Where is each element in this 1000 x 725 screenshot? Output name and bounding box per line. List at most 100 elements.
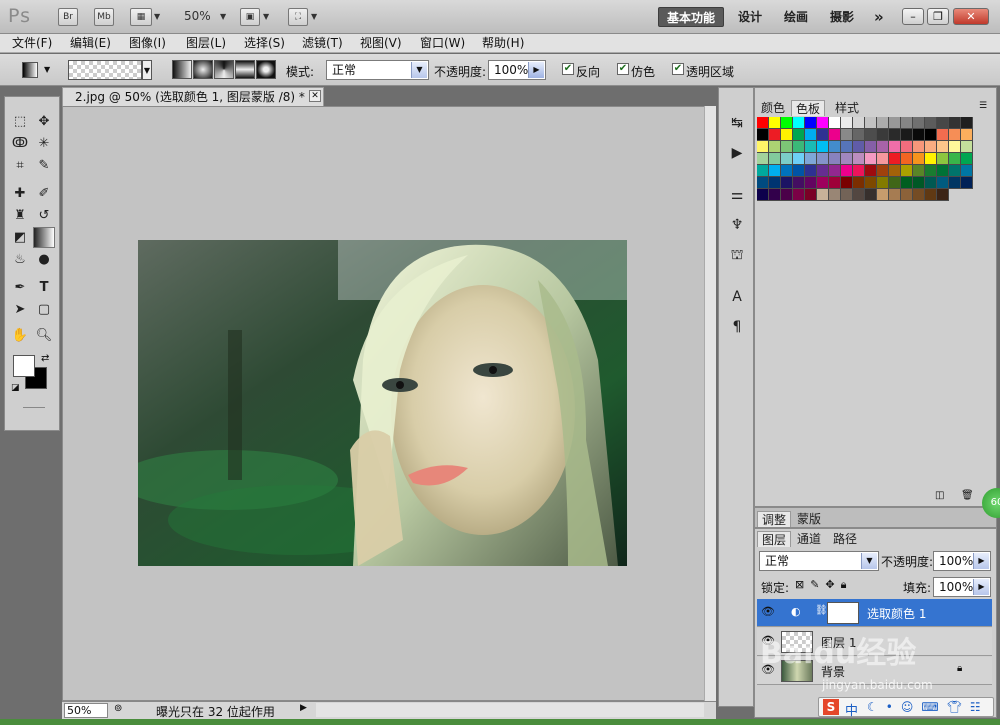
color-swatch[interactable] [925, 165, 937, 177]
blend-mode-select[interactable]: 正常 ▼ [759, 551, 879, 571]
color-swatch[interactable] [781, 165, 793, 177]
chevron-down-icon[interactable]: ▼ [44, 65, 50, 74]
color-swatch[interactable] [961, 165, 973, 177]
color-swatch[interactable] [853, 141, 865, 153]
menu-view[interactable]: 视图(V) [360, 35, 402, 52]
color-swatch[interactable] [949, 141, 961, 153]
color-swatch[interactable] [769, 129, 781, 141]
chevron-down-icon[interactable]: ▼ [311, 12, 317, 21]
quick-mask-icon[interactable] [23, 407, 45, 408]
color-swatch[interactable] [853, 189, 865, 201]
color-swatch[interactable] [817, 129, 829, 141]
color-swatch[interactable] [793, 129, 805, 141]
chevron-down-icon[interactable]: ▼ [154, 12, 160, 21]
default-colors-icon[interactable]: ◪ [11, 383, 20, 393]
color-swatch[interactable] [925, 141, 937, 153]
color-swatch[interactable] [913, 153, 925, 165]
layer-mask-thumbnail[interactable] [827, 602, 859, 624]
color-swatch[interactable] [865, 189, 877, 201]
color-swatch[interactable] [793, 189, 805, 201]
status-info-icon[interactable]: ⊚ [114, 703, 122, 714]
color-swatch[interactable] [793, 165, 805, 177]
tab-channels[interactable]: 通道 [793, 531, 825, 547]
color-swatch[interactable] [901, 189, 913, 201]
color-swatch[interactable] [757, 117, 769, 129]
color-swatch[interactable] [901, 177, 913, 189]
color-swatch[interactable] [865, 165, 877, 177]
color-swatch[interactable] [853, 117, 865, 129]
color-swatch[interactable] [901, 129, 913, 141]
clone-source-icon[interactable]: ♆ [725, 214, 749, 236]
color-swatch[interactable] [961, 141, 973, 153]
reflected-gradient-button[interactable] [235, 60, 255, 79]
eyedropper-tool-icon[interactable]: ✎ [33, 155, 55, 176]
menu-image[interactable]: 图像(I) [129, 35, 166, 52]
color-swatch[interactable] [829, 129, 841, 141]
color-swatch[interactable] [889, 189, 901, 201]
color-swatch[interactable] [769, 165, 781, 177]
color-swatch[interactable] [841, 189, 853, 201]
color-swatch[interactable] [793, 141, 805, 153]
menu-edit[interactable]: 编辑(E) [70, 35, 111, 52]
color-swatch[interactable] [853, 153, 865, 165]
color-swatch[interactable] [949, 153, 961, 165]
color-swatch[interactable] [853, 177, 865, 189]
close-button[interactable]: ✕ [953, 8, 989, 25]
color-swatch[interactable] [865, 177, 877, 189]
tab-color[interactable]: 颜色 [757, 100, 789, 116]
panel-menu-icon[interactable]: ☰ [979, 101, 987, 111]
color-swatch[interactable] [757, 165, 769, 177]
tab-swatches[interactable]: 色板 [791, 100, 826, 116]
move-tool-icon[interactable]: ✥ [33, 111, 55, 132]
gradient-tool-icon[interactable] [33, 227, 55, 248]
color-swatch[interactable] [937, 141, 949, 153]
lock-options-icon[interactable]: ⊠✎✥🔒︎ [795, 578, 853, 592]
menu-select[interactable]: 选择(S) [244, 35, 285, 52]
eraser-tool-icon[interactable]: ◩ [9, 227, 31, 248]
color-swatch[interactable] [901, 117, 913, 129]
color-swatch[interactable] [949, 117, 961, 129]
color-swatch[interactable] [937, 189, 949, 201]
tool-presets-icon[interactable]: ⛫ [725, 244, 749, 266]
layer-opacity-input[interactable]: 100% ▶ [933, 551, 991, 571]
color-swatch[interactable] [913, 129, 925, 141]
brush-presets-icon[interactable]: ⚌ [725, 184, 749, 206]
restore-button[interactable]: ❐ [927, 8, 949, 25]
color-swatch[interactable] [769, 153, 781, 165]
dodge-tool-icon[interactable]: ● [33, 249, 55, 270]
menu-file[interactable]: 文件(F) [12, 35, 52, 52]
shape-tool-icon[interactable]: ▢ [33, 299, 55, 320]
color-swatch[interactable] [757, 189, 769, 201]
lasso-tool-icon[interactable]: ↂ [9, 133, 31, 154]
character-panel-icon[interactable]: A [725, 286, 749, 308]
color-swatch[interactable] [769, 189, 781, 201]
color-swatch[interactable] [853, 165, 865, 177]
menu-filter[interactable]: 滤镜(T) [302, 35, 343, 52]
tab-paths[interactable]: 路径 [829, 531, 861, 547]
color-swatch[interactable] [817, 153, 829, 165]
color-swatch[interactable] [829, 177, 841, 189]
mode-select[interactable]: 正常 ▼ [326, 60, 429, 80]
tab-layers[interactable]: 图层 [757, 531, 792, 547]
color-swatch[interactable] [805, 141, 817, 153]
color-swatch[interactable] [913, 189, 925, 201]
history-brush-tool-icon[interactable]: ↺ [33, 205, 55, 226]
color-swatch[interactable] [925, 129, 937, 141]
color-swatch[interactable] [961, 153, 973, 165]
color-swatch[interactable] [889, 117, 901, 129]
color-swatch[interactable] [925, 177, 937, 189]
color-swatch[interactable] [769, 117, 781, 129]
color-swatch[interactable] [901, 141, 913, 153]
color-swatch[interactable] [805, 189, 817, 201]
color-swatch[interactable] [829, 141, 841, 153]
marquee-tool-icon[interactable]: ⬚ [9, 111, 31, 132]
delete-swatch-icon[interactable]: 🗑︎ [961, 490, 974, 501]
new-swatch-icon[interactable]: ◫ [935, 490, 944, 501]
color-swatch[interactable] [937, 177, 949, 189]
color-swatch[interactable] [757, 141, 769, 153]
fill-input[interactable]: 100% ▶ [933, 577, 991, 597]
color-swatch[interactable] [805, 129, 817, 141]
color-swatch[interactable] [961, 177, 973, 189]
workspace-design-button[interactable]: 设计 [730, 7, 770, 27]
menu-layer[interactable]: 图层(L) [186, 35, 226, 52]
